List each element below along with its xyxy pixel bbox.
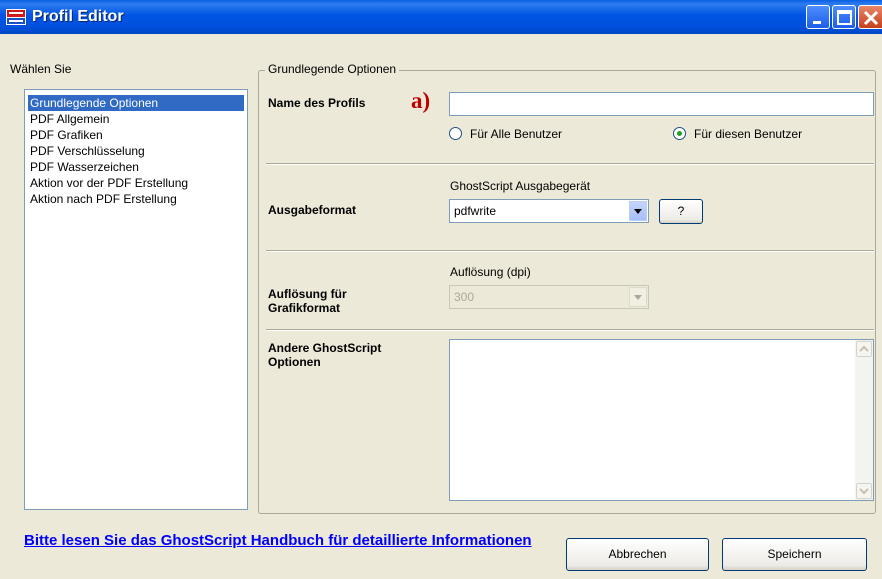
scroll-up-button[interactable] [856,341,872,357]
window-title: Profil Editor [32,8,124,25]
close-button[interactable] [858,5,882,29]
cancel-button[interactable]: Abbrechen [566,538,709,571]
list-item-basic-options[interactable]: Grundlegende Optionen [28,95,244,111]
separator [266,250,874,252]
resolution-dropdown: 300 [449,285,649,309]
device-label: GhostScript Ausgabegerät [450,179,591,193]
other-options-label: Andere GhostScript Optionen [268,341,382,369]
annotation-marker: a) [411,88,431,113]
choose-label: Wählen Sie [10,62,72,76]
radio-this-user[interactable] [673,127,686,140]
separator [266,163,874,165]
list-item-action-before[interactable]: Aktion vor der PDF Erstellung [28,175,190,191]
options-listbox[interactable]: Grundlegende Optionen PDF Allgemein PDF … [24,89,248,510]
output-format-label: Ausgabeformat [268,203,357,217]
separator [266,329,874,331]
minimize-icon [813,21,821,24]
list-item-pdf-watermark[interactable]: PDF Wasserzeichen [28,159,141,175]
list-item-pdf-general[interactable]: PDF Allgemein [28,111,111,127]
list-item-action-after[interactable]: Aktion nach PDF Erstellung [28,191,179,207]
dropdown-arrow-icon [629,287,647,307]
resolution-value: 300 [454,290,475,304]
pdf-printer-icon [6,9,26,25]
resolution-dpi-label: Auflösung (dpi) [450,265,531,279]
vertical-scrollbar[interactable] [855,340,873,500]
device-dropdown[interactable]: pdfwrite [449,199,649,223]
device-help-button[interactable]: ? [659,199,703,224]
title-bar[interactable]: Profil Editor [0,0,882,34]
scroll-down-button[interactable] [856,483,872,499]
list-item-pdf-encryption[interactable]: PDF Verschlüsselung [28,143,147,159]
scroll-down-icon [859,488,869,495]
device-value: pdfwrite [454,204,497,218]
ghostscript-manual-link[interactable]: Bitte lesen Sie das GhostScript Handbuch… [24,532,554,550]
maximize-button[interactable] [832,5,856,29]
radio-all-users-label[interactable]: Für Alle Benutzer [470,127,562,141]
close-icon [863,10,879,26]
maximize-icon [837,10,852,25]
radio-all-users[interactable] [449,127,462,140]
dropdown-arrow-icon[interactable] [629,201,647,221]
resolution-label: Auflösung für Grafikformat [268,287,347,315]
list-item-pdf-graphics[interactable]: PDF Grafiken [28,127,105,143]
groupbox-legend: Grundlegende Optionen [265,62,400,76]
scroll-up-icon [859,345,869,352]
minimize-button[interactable] [806,5,830,29]
radio-this-user-label[interactable]: Für diesen Benutzer [694,127,802,141]
profile-editor-window: Profil Editor Wählen Sie Grundlegende Op… [0,0,882,579]
radio-selected-dot [677,131,682,136]
save-button[interactable]: Speichern [722,538,867,571]
profile-name-label: Name des Profils [268,96,366,110]
profile-name-input[interactable] [449,92,874,116]
other-options-textarea[interactable] [449,339,874,501]
